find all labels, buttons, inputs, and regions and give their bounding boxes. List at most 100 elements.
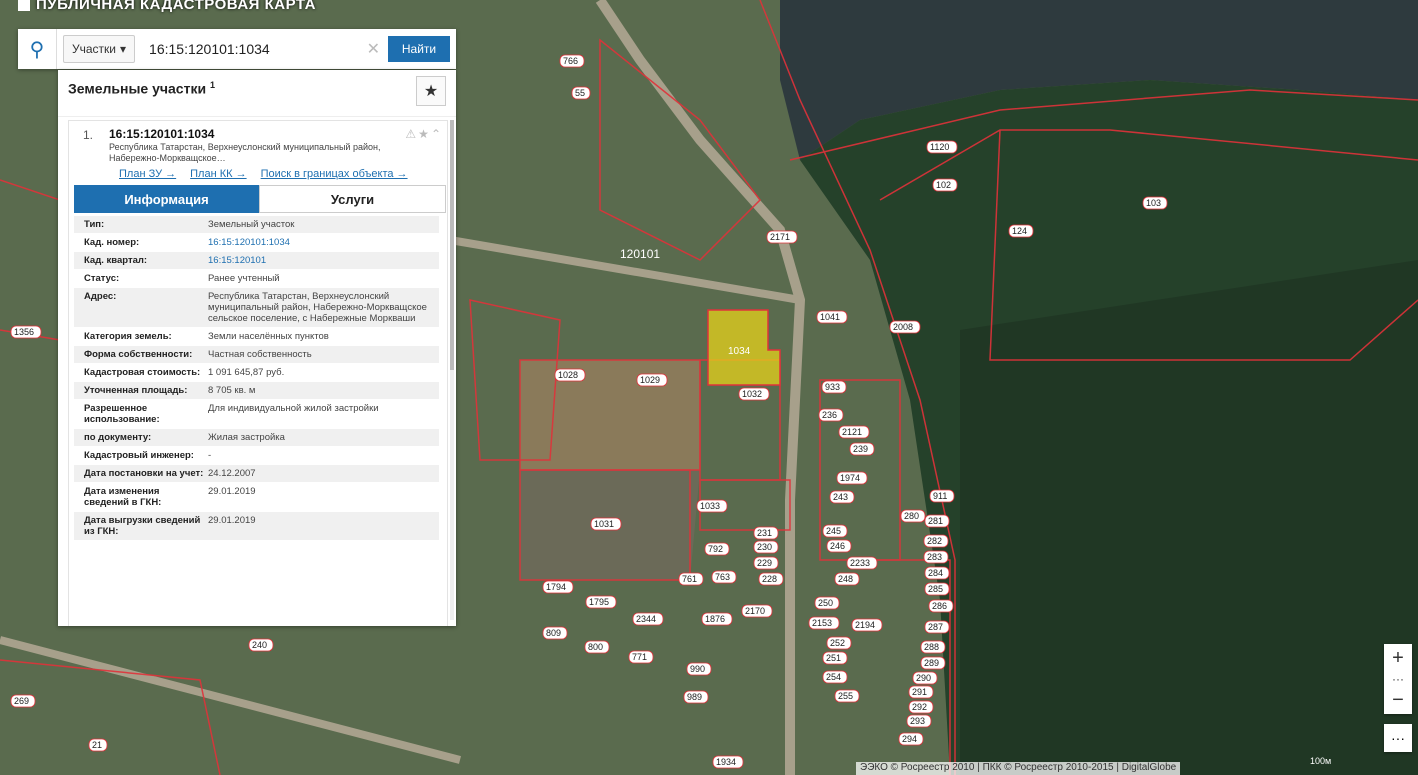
- parcel-label[interactable]: 231: [757, 528, 772, 538]
- info-value[interactable]: 16:15:120101: [204, 255, 439, 266]
- zoom-out-button[interactable]: −: [1384, 686, 1412, 714]
- parcel-label[interactable]: 284: [928, 568, 943, 578]
- parcel-label[interactable]: 236: [822, 410, 837, 420]
- scrollbar-thumb[interactable]: [450, 120, 454, 370]
- parcel-label[interactable]: 286: [932, 601, 947, 611]
- selected-parcel-label[interactable]: 1034: [728, 346, 751, 357]
- info-key: Кадастровая стоимость:: [84, 367, 201, 378]
- parcel-label[interactable]: 288: [924, 642, 939, 652]
- parcel-label[interactable]: 800: [588, 642, 603, 652]
- parcel-label[interactable]: 1974: [840, 473, 860, 483]
- parcel-label[interactable]: 2121: [842, 427, 862, 437]
- zoom-in-button[interactable]: +: [1384, 644, 1412, 672]
- link-search-bounds[interactable]: Поиск в границах объекта →: [261, 168, 408, 180]
- parcel-label[interactable]: 280: [904, 511, 919, 521]
- star-icon[interactable]: ★: [418, 127, 431, 141]
- parcel-label[interactable]: 761: [682, 574, 697, 584]
- parcel-label[interactable]: 103: [1146, 198, 1161, 208]
- clear-icon[interactable]: ✕: [367, 39, 380, 59]
- parcel-label[interactable]: 251: [826, 653, 841, 663]
- info-value[interactable]: 16:15:120101:1034: [204, 237, 439, 248]
- parcel-label[interactable]: 281: [928, 516, 943, 526]
- parcel-label[interactable]: 255: [838, 691, 853, 701]
- parcel-label[interactable]: 292: [912, 702, 927, 712]
- parcel-label[interactable]: 1041: [820, 312, 840, 322]
- parcel-label[interactable]: 283: [927, 552, 942, 562]
- parcel-label[interactable]: 294: [902, 734, 917, 744]
- parcel-label[interactable]: 1032: [742, 389, 762, 399]
- link-plan-zu[interactable]: План ЗУ →: [119, 168, 176, 180]
- warning-icon[interactable]: ⚠: [405, 127, 418, 141]
- parcel-label[interactable]: 2344: [636, 614, 656, 624]
- parcel-label[interactable]: 989: [687, 692, 702, 702]
- parcel-label[interactable]: 293: [910, 716, 925, 726]
- info-row: Адрес: Республика Татарстан, Верхнеуслонс…: [74, 288, 439, 328]
- parcel-label[interactable]: 1356: [14, 327, 34, 337]
- parcel-label[interactable]: 240: [252, 640, 267, 650]
- parcel-label[interactable]: 1876: [705, 614, 725, 624]
- parcel-label[interactable]: 771: [632, 652, 647, 662]
- parcel-label[interactable]: 2233: [850, 558, 870, 568]
- parcel-label[interactable]: 248: [838, 574, 853, 584]
- parcel-label[interactable]: 1033: [700, 501, 720, 511]
- item-tools[interactable]: ⚠★⌃: [405, 127, 443, 141]
- panel-title-text: Земельные участки: [68, 80, 207, 97]
- search-icon[interactable]: ⚲: [18, 29, 57, 69]
- parcel-label[interactable]: 2153: [812, 618, 832, 628]
- parcel-label[interactable]: 230: [757, 542, 772, 552]
- parcel-label[interactable]: 254: [826, 672, 841, 682]
- parcel-label[interactable]: 2008: [893, 322, 913, 332]
- info-key: Дата постановки на учет:: [84, 468, 204, 479]
- collapse-icon[interactable]: ⌃: [431, 127, 443, 141]
- parcel-label[interactable]: 1120: [930, 142, 949, 152]
- parcel-label[interactable]: 766: [563, 56, 578, 66]
- parcel-label[interactable]: 250: [818, 598, 833, 608]
- result-cadastral-id[interactable]: 16:15:120101:1034: [109, 127, 214, 141]
- parcel-label[interactable]: 269: [14, 696, 29, 706]
- parcel-label[interactable]: 239: [853, 444, 868, 454]
- parcel-label[interactable]: 933: [825, 382, 840, 392]
- parcel-label[interactable]: 990: [690, 664, 705, 674]
- parcel-label[interactable]: 252: [830, 638, 845, 648]
- parcel-label[interactable]: 228: [762, 574, 777, 584]
- parcel-label[interactable]: 763: [715, 572, 730, 582]
- parcel-label[interactable]: 1934: [716, 757, 736, 767]
- parcel-label[interactable]: 1795: [589, 597, 609, 607]
- parcel-label[interactable]: 1794: [546, 582, 566, 592]
- tab-information[interactable]: Информация: [74, 185, 259, 213]
- more-options-icon[interactable]: ···: [1384, 724, 1412, 752]
- search-type-select[interactable]: Участки ▾: [63, 35, 136, 63]
- parcel-label[interactable]: 2170: [745, 606, 765, 616]
- parcel-label[interactable]: 289: [924, 658, 939, 668]
- parcel-label[interactable]: 1028: [558, 370, 578, 380]
- parcel-label[interactable]: 809: [546, 628, 561, 638]
- panel-scrollbar[interactable]: [450, 120, 454, 620]
- parcel-label[interactable]: 792: [708, 544, 723, 554]
- info-row: Категория земель: Земли населённых пункто…: [74, 328, 439, 346]
- tab-services[interactable]: Услуги: [259, 185, 446, 213]
- parcel-label[interactable]: 282: [927, 536, 942, 546]
- search-input[interactable]: [147, 34, 367, 64]
- parcel-label[interactable]: 291: [912, 687, 927, 697]
- parcel-label[interactable]: 1031: [594, 519, 614, 529]
- parcel-label[interactable]: 911: [933, 491, 947, 501]
- parcel-label[interactable]: 246: [830, 541, 845, 551]
- parcel-label[interactable]: 124: [1012, 226, 1027, 236]
- parcel-label[interactable]: 245: [826, 526, 841, 536]
- parcel-label[interactable]: 243: [833, 492, 848, 502]
- parcel-label[interactable]: 1029: [640, 375, 660, 385]
- parcel-label[interactable]: 287: [928, 622, 943, 632]
- parcel-label[interactable]: 229: [757, 558, 772, 568]
- parcel-label[interactable]: 21: [92, 740, 102, 750]
- link-plan-kk[interactable]: План КК →: [190, 168, 246, 180]
- parcel-label[interactable]: 290: [916, 673, 931, 683]
- parcel-label[interactable]: 55: [575, 88, 585, 98]
- parcel-label[interactable]: 102: [936, 180, 951, 190]
- info-value: Земли населённых пунктов: [208, 331, 329, 342]
- find-button[interactable]: Найти: [388, 36, 450, 62]
- parcel-label[interactable]: 285: [928, 584, 943, 594]
- parcel-label[interactable]: 2194: [855, 620, 875, 630]
- favorite-star-icon[interactable]: ★: [416, 76, 446, 106]
- info-value: 8 705 кв. м: [208, 385, 256, 396]
- parcel-label[interactable]: 2171: [770, 232, 790, 242]
